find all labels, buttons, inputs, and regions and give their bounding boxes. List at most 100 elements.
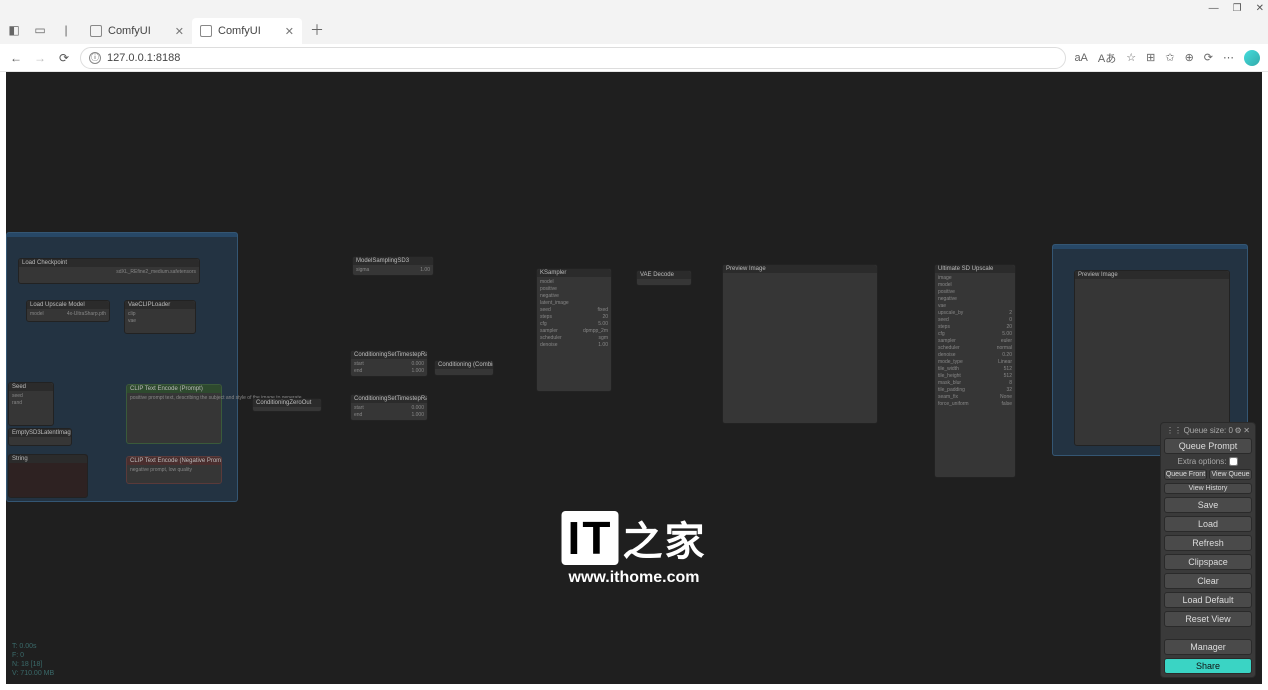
node-row: samplereuler: [938, 338, 1012, 344]
node-upscale[interactable]: Ultimate SD Upscaleimagemodelpositiveneg…: [934, 264, 1016, 478]
avatar[interactable]: [1244, 50, 1260, 66]
watermark: IT 之家 www.ithome.com: [561, 509, 708, 589]
site-info-icon[interactable]: ⓘ: [89, 52, 101, 64]
node-title: Load Checkpoint: [19, 259, 199, 267]
node-title: EmptySD3LatentImage: [9, 429, 71, 437]
tab-close-button[interactable]: ✕: [285, 25, 294, 38]
tab-close-button[interactable]: ✕: [175, 25, 184, 38]
node-vae_clip[interactable]: VaeCLIPLoader clipvae: [124, 300, 196, 334]
node-model_sampling[interactable]: ModelSamplingSD3sigma1.00: [352, 256, 434, 276]
node-clip_neg[interactable]: CLIP Text Encode (Negative Prompt)negati…: [126, 456, 222, 484]
panel-close-button[interactable]: ✕: [1243, 426, 1250, 435]
settings-icon[interactable]: ⚙: [1235, 426, 1242, 435]
panel-header: ⋮⋮ Queue size: 0 ⚙ ✕: [1164, 426, 1252, 435]
node-preview1[interactable]: Preview Image: [722, 264, 878, 424]
stat-time: T: 0.00s: [12, 642, 54, 651]
load-default-button[interactable]: Load Default: [1164, 592, 1252, 608]
node-row: force_uniformfalse: [938, 401, 1012, 407]
node-ksampler[interactable]: KSamplermodelpositivenegativelatent_imag…: [536, 268, 612, 392]
node-clip_pos[interactable]: CLIP Text Encode (Prompt)positive prompt…: [126, 384, 222, 444]
sync-icon[interactable]: ⟳: [1204, 51, 1213, 64]
node-row: denoise1.00: [540, 342, 608, 348]
share-button[interactable]: Share: [1164, 658, 1252, 674]
node-row: seedfixed: [540, 307, 608, 313]
browser-addressbar: ← → ⟳ ⓘ 127.0.0.1:8188 aA Aあ ☆ ⊞ ✩ ⊕ ⟳ ⋯: [0, 44, 1268, 72]
node-cond_range2[interactable]: ConditioningSetTimestepRangestart0.000en…: [350, 394, 428, 421]
queue-front-button[interactable]: Queue Front: [1164, 469, 1207, 480]
node-row: end1.000: [354, 368, 424, 374]
node-row: vae: [938, 303, 1012, 309]
node-title: String: [9, 455, 87, 463]
node-string_node[interactable]: String: [8, 454, 88, 498]
node-row: image: [938, 275, 1012, 281]
node-row: latent_image: [540, 300, 608, 306]
node-title: Load Upscale Model: [27, 301, 109, 309]
star-icon[interactable]: ☆: [1126, 51, 1136, 64]
refresh-button[interactable]: ⟳: [56, 50, 72, 66]
forward-button[interactable]: →: [32, 50, 48, 66]
favorites-icon[interactable]: ✩: [1165, 51, 1174, 64]
stat-vram: V: 710.00 MB: [12, 669, 54, 678]
load-button[interactable]: Load: [1164, 516, 1252, 532]
node-title: VaeCLIPLoader: [125, 301, 195, 309]
clipspace-button[interactable]: Clipspace: [1164, 554, 1252, 570]
node-seed[interactable]: Seedseedrand: [8, 382, 54, 426]
clear-button[interactable]: Clear: [1164, 573, 1252, 589]
node-row: vae: [128, 318, 192, 324]
node-row: model4x-UltraSharp.pth: [30, 311, 106, 317]
view-history-button[interactable]: View History: [1164, 483, 1252, 494]
save-button[interactable]: Save: [1164, 497, 1252, 513]
close-window-button[interactable]: ✕: [1256, 3, 1264, 14]
group-title: [1053, 245, 1247, 249]
extra-options-label: Extra options:: [1178, 457, 1227, 466]
node-row: tile_height512: [938, 373, 1012, 379]
translate-icon[interactable]: Aあ: [1098, 50, 1116, 66]
node-vae_decode[interactable]: VAE Decode: [636, 270, 692, 286]
refresh-workflow-button[interactable]: Refresh: [1164, 535, 1252, 551]
node-title: ConditioningSetTimestepRange: [351, 351, 427, 359]
node-row: positive: [938, 289, 1012, 295]
window-titlebar: — ❐ ✕: [0, 0, 1268, 16]
textsize-icon[interactable]: aA: [1074, 52, 1087, 64]
browser-tab[interactable]: ComfyUI ✕: [192, 18, 302, 44]
extra-options-checkbox[interactable]: Extra options:: [1164, 457, 1252, 466]
url-text: 127.0.0.1:8188: [107, 52, 180, 64]
queue-prompt-button[interactable]: Queue Prompt: [1164, 438, 1252, 454]
drag-handle-icon[interactable]: ⋮⋮: [1166, 426, 1182, 435]
node-cond_zero[interactable]: ConditioningZeroOut: [252, 398, 322, 412]
toolbar-right: aA Aあ ☆ ⊞ ✩ ⊕ ⟳ ⋯: [1074, 50, 1260, 66]
browser-tab[interactable]: ComfyUI ✕: [82, 18, 192, 44]
tabs-icon[interactable]: ▭: [30, 20, 50, 40]
node-row: tile_width512: [938, 366, 1012, 372]
more-icon[interactable]: ⋯: [1223, 51, 1234, 64]
extra-options-input[interactable]: [1229, 457, 1238, 466]
extensions-icon[interactable]: ⊞: [1146, 51, 1155, 64]
queue-size-value: 0: [1229, 426, 1233, 435]
watermark-url: www.ithome.com: [561, 567, 708, 589]
manager-button[interactable]: Manager: [1164, 639, 1252, 655]
node-row: clip: [128, 311, 192, 317]
node-title: Seed: [9, 383, 53, 391]
profile-icon[interactable]: ◧: [4, 20, 24, 40]
node-cond_range1[interactable]: ConditioningSetTimestepRangestart0.000en…: [350, 350, 428, 377]
node-load_upscale[interactable]: Load Upscale Model model4x-UltraSharp.pth: [26, 300, 110, 322]
node-row: negative prompt, low quality: [130, 467, 218, 473]
stat-frames: F: 0: [12, 651, 54, 660]
collections-icon[interactable]: ⊕: [1185, 51, 1194, 64]
maximize-button[interactable]: ❐: [1233, 3, 1242, 14]
node-preview2[interactable]: Preview Image: [1074, 270, 1230, 446]
comfyui-canvas[interactable]: Load CheckpointsdXL_REfine2_medium.safet…: [6, 72, 1262, 684]
node-empty_latent[interactable]: EmptySD3LatentImage: [8, 428, 72, 446]
minimize-button[interactable]: —: [1209, 3, 1219, 14]
node-row: positive: [540, 286, 608, 292]
control-panel[interactable]: ⋮⋮ Queue size: 0 ⚙ ✕ Queue Prompt Extra …: [1160, 422, 1256, 678]
view-queue-button[interactable]: View Queue: [1209, 469, 1252, 480]
node-row: cfg5.00: [938, 331, 1012, 337]
node-row: mask_blur8: [938, 380, 1012, 386]
reset-view-button[interactable]: Reset View: [1164, 611, 1252, 627]
new-tab-button[interactable]: ＋: [305, 18, 329, 42]
back-button[interactable]: ←: [8, 50, 24, 66]
node-cond_combine[interactable]: Conditioning (Combine): [434, 360, 494, 376]
node-load_ckpt[interactable]: Load CheckpointsdXL_REfine2_medium.safet…: [18, 258, 200, 284]
address-field[interactable]: ⓘ 127.0.0.1:8188: [80, 47, 1066, 69]
